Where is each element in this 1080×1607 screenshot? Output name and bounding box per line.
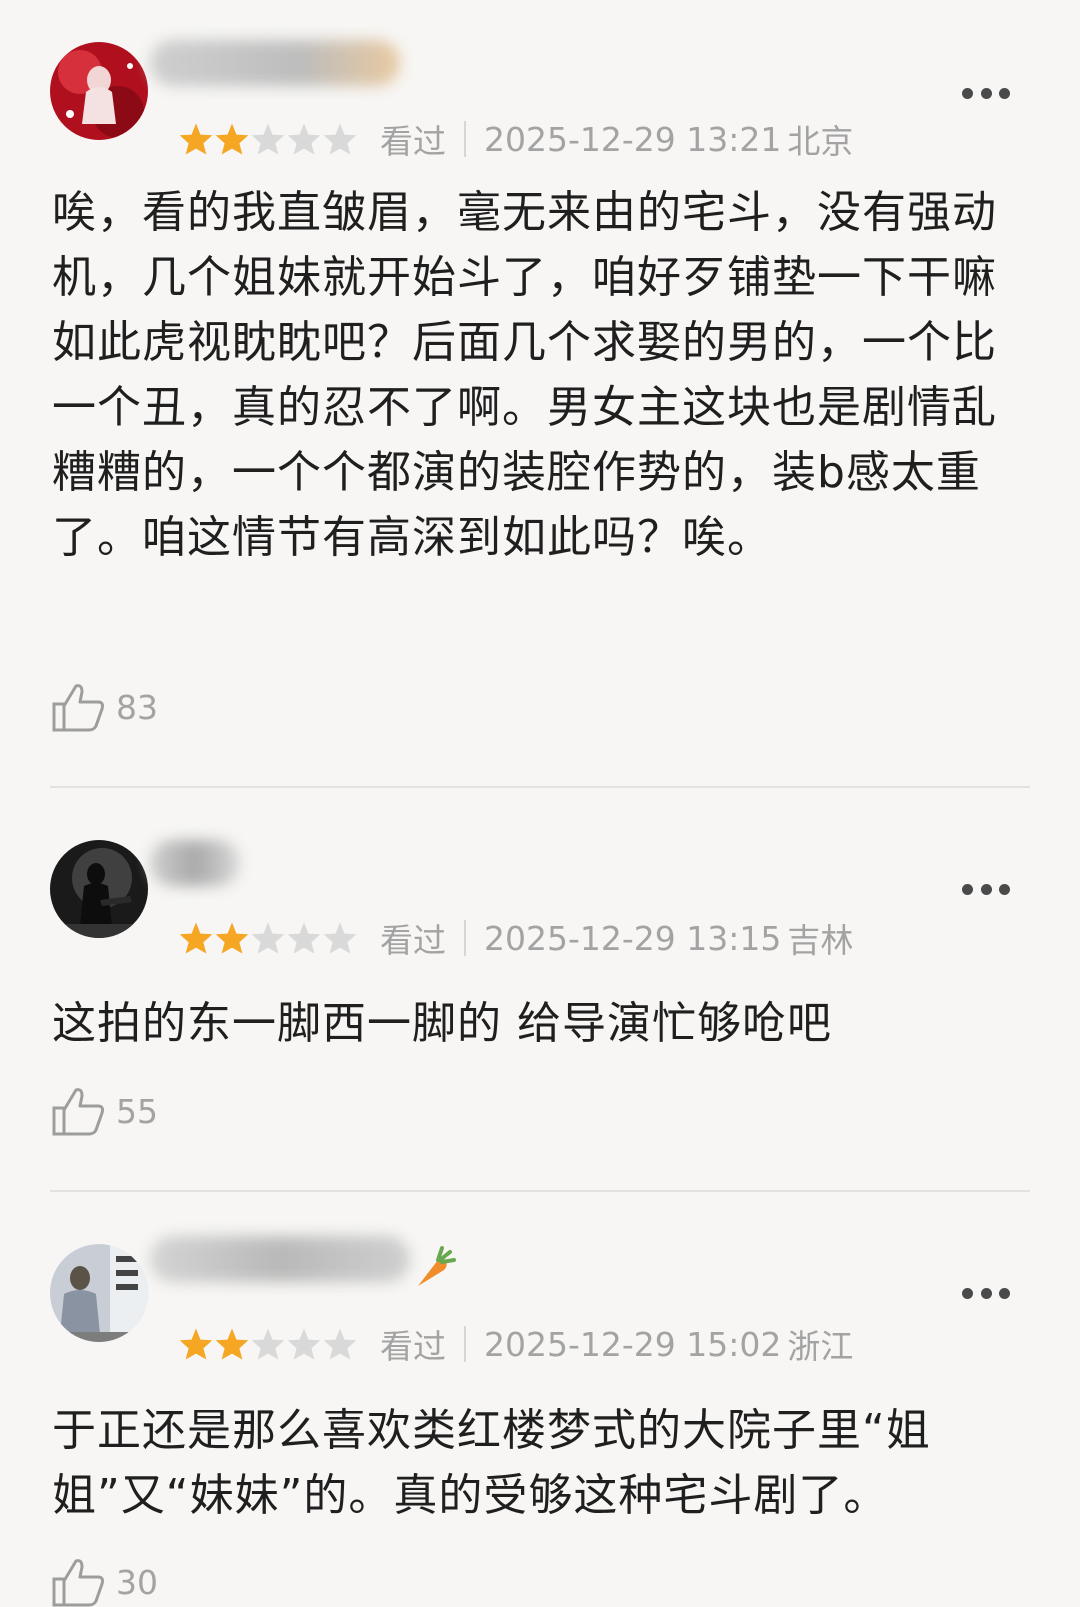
review-datetime: 2025-12-29 15:02 — [484, 1324, 782, 1364]
star-icon — [251, 922, 285, 954]
like-count: 83 — [116, 687, 158, 727]
more-options-button[interactable] — [962, 1286, 1010, 1300]
thumbs-up-icon — [52, 1088, 104, 1136]
star-icon — [323, 1328, 357, 1360]
divider — [50, 786, 1030, 788]
carrot-icon — [418, 1246, 456, 1286]
watch-status: 看过 — [380, 122, 446, 161]
star-icon — [287, 922, 321, 954]
meta-divider — [464, 121, 466, 157]
rating-stars — [178, 1327, 358, 1361]
review-meta: 看过 2025-12-29 15:02 浙江 — [178, 1319, 853, 1369]
review-meta: 看过 2025-12-29 13:15 吉林 — [178, 913, 853, 963]
review-location: 吉林 — [787, 921, 854, 960]
star-icon — [179, 922, 213, 954]
watch-status: 看过 — [380, 921, 446, 960]
meta-divider — [464, 920, 466, 956]
rating-stars — [178, 921, 358, 955]
star-icon — [287, 123, 321, 155]
star-icon — [323, 922, 357, 954]
rating-stars — [178, 122, 358, 156]
star-icon — [251, 1328, 285, 1360]
username-blurred[interactable] — [150, 840, 240, 886]
like-count: 30 — [116, 1562, 158, 1602]
review-text: 这拍的东一脚西一脚的 给导演忙够呛吧 — [52, 998, 832, 1049]
review-meta: 看过 2025-12-29 13:21 北京 — [178, 114, 853, 164]
thumbs-up-icon — [52, 1559, 104, 1607]
like-button[interactable]: 83 — [50, 682, 158, 732]
star-icon — [323, 123, 357, 155]
more-icon — [962, 87, 973, 99]
review-datetime: 2025-12-29 13:15 — [484, 918, 782, 958]
review-datetime: 2025-12-29 13:21 — [484, 119, 782, 159]
star-icon — [287, 1328, 321, 1360]
like-count: 55 — [116, 1091, 158, 1131]
star-icon — [251, 123, 285, 155]
avatar[interactable] — [50, 42, 148, 140]
more-icon — [962, 883, 973, 895]
thumbs-up-icon — [52, 684, 104, 732]
username-blurred[interactable] — [150, 40, 400, 86]
more-icon — [962, 1287, 973, 1299]
watch-status: 看过 — [380, 1327, 446, 1366]
avatar[interactable] — [50, 840, 148, 938]
review-text: 于正还是那么喜欢类红楼梦式的大院子里“姐姐”又“妹妹”的。真的受够这种宅斗剧了。 — [52, 1405, 931, 1521]
more-options-button[interactable] — [962, 882, 1010, 896]
star-icon — [215, 1328, 249, 1360]
meta-divider — [464, 1326, 466, 1362]
star-icon — [215, 123, 249, 155]
like-button[interactable]: 55 — [50, 1086, 158, 1136]
username-blurred[interactable] — [150, 1236, 410, 1282]
review-location: 浙江 — [787, 1327, 854, 1366]
review-text: 唉，看的我直皱眉，毫无来由的宅斗，没有强动机，几个姐妹就开始斗了，咱好歹铺垫一下… — [52, 187, 997, 563]
review-location: 北京 — [787, 122, 854, 161]
avatar[interactable] — [50, 1244, 148, 1342]
more-options-button[interactable] — [962, 86, 1010, 100]
divider — [50, 1190, 1030, 1192]
star-icon — [215, 922, 249, 954]
star-icon — [179, 123, 213, 155]
like-button[interactable]: 30 — [50, 1557, 158, 1607]
star-icon — [179, 1328, 213, 1360]
